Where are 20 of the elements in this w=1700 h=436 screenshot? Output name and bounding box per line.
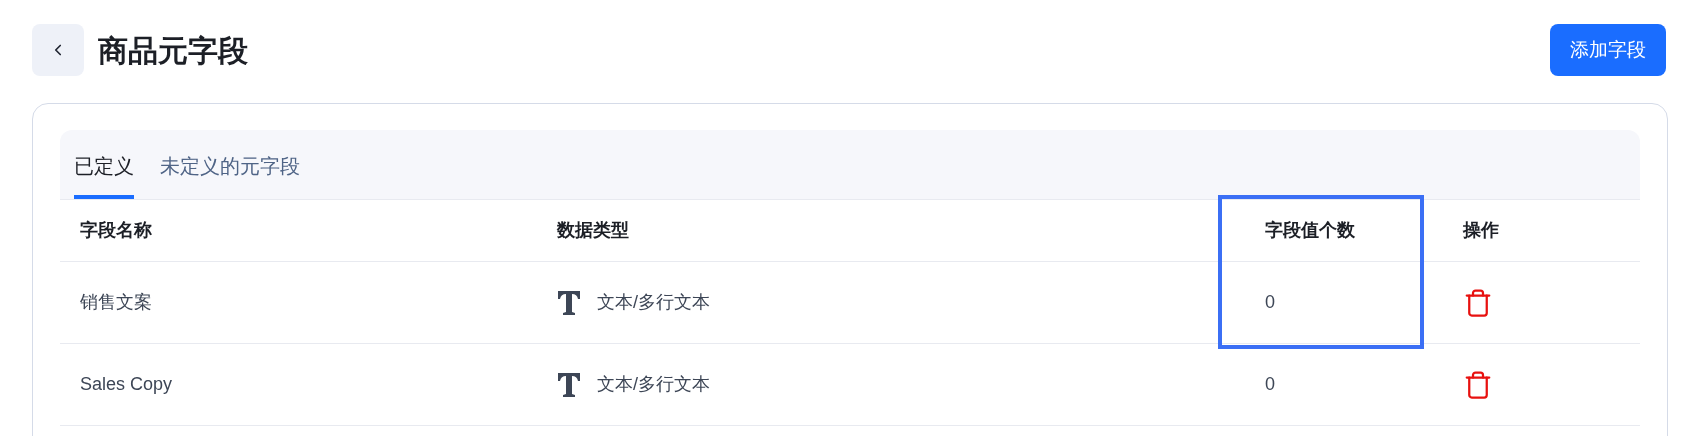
page-title: 商品元字段 <box>98 32 248 69</box>
column-header: 字段名称 <box>80 219 152 242</box>
delete-button[interactable] <box>1463 369 1493 400</box>
column-header: 操作 <box>1463 219 1499 242</box>
table-cell-text: 文本/多行文本 <box>597 291 710 314</box>
table-cell-text: 0 <box>1265 373 1275 396</box>
text-type-icon <box>557 289 581 316</box>
text-type-icon <box>557 371 581 398</box>
trash-icon <box>1463 287 1493 318</box>
tab[interactable]: 未定义的元字段 <box>160 151 300 199</box>
delete-button[interactable] <box>1463 287 1493 318</box>
add-field-button[interactable]: 添加字段 <box>1550 24 1666 76</box>
table-cell-text: Sales Copy <box>80 373 173 396</box>
column-header: 字段值个数 <box>1265 219 1355 242</box>
column-header: 数据类型 <box>557 219 629 242</box>
table-cell-text: 0 <box>1265 291 1275 314</box>
table-cell-text: 销售文案 <box>80 291 152 314</box>
trash-icon <box>1463 369 1493 400</box>
table-cell-text: 文本/多行文本 <box>597 373 710 396</box>
tab[interactable]: 已定义 <box>74 151 134 199</box>
